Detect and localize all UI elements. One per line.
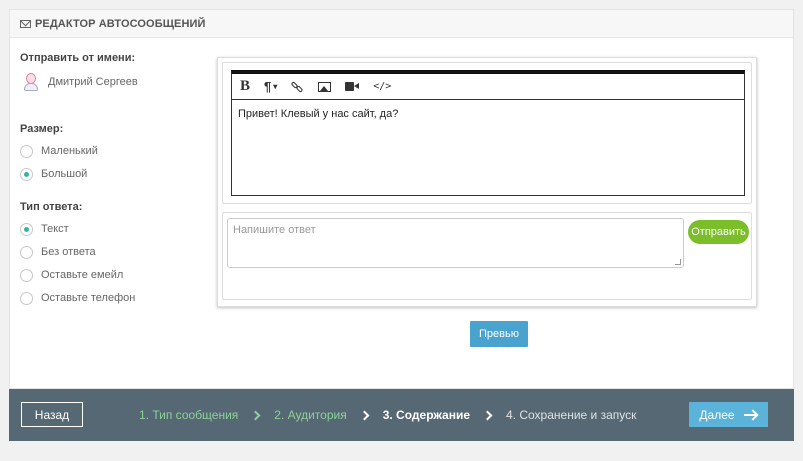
next-button[interactable]: Далее	[689, 402, 768, 427]
preview-button[interactable]: Превью	[470, 321, 528, 347]
radio-text[interactable]	[20, 222, 33, 236]
reply-option-none[interactable]: Без ответа	[20, 245, 210, 259]
reply-option-label: Без ответа	[41, 246, 96, 258]
size-group: Размер: Маленький Большой	[20, 123, 210, 181]
step-save-launch: 4. Сохранение и запуск	[506, 408, 637, 422]
radio-none[interactable]	[20, 245, 33, 259]
image-icon[interactable]	[318, 78, 332, 96]
reply-type-group: Тип ответа: Текст Без ответа Оставьте ем…	[20, 201, 210, 305]
radio-phone[interactable]	[20, 291, 33, 305]
editor-wrapper: B ¶ </> Привет! Клевый у нас сайт, да?	[222, 62, 752, 204]
sender-name: Дмитрий Сергеев	[48, 76, 138, 88]
paragraph-icon[interactable]: ¶	[264, 78, 277, 96]
autoreply-editor-panel: РЕДАКТОР АВТОСООБЩЕНИЙ Отправить от имен…	[9, 9, 794, 389]
code-icon[interactable]: </>	[373, 78, 391, 96]
video-icon[interactable]	[345, 78, 360, 96]
wizard-footer: Назад 1. Тип сообщения 2. Аудитория 3. С…	[9, 389, 794, 441]
link-icon[interactable]	[290, 78, 304, 96]
reply-option-label: Оставьте емейл	[41, 269, 124, 281]
avatar	[24, 73, 38, 91]
radio-large[interactable]	[20, 167, 33, 181]
editor-content[interactable]: Привет! Клевый у нас сайт, да?	[232, 100, 744, 128]
back-button[interactable]: Назад	[21, 402, 83, 427]
reply-option-label: Текст	[41, 223, 69, 235]
reply-option-email[interactable]: Оставьте емейл	[20, 268, 210, 282]
editor-toolbar: B ¶ </>	[232, 74, 744, 100]
reply-input[interactable]: Напишите ответ	[227, 218, 684, 268]
radio-email[interactable]	[20, 268, 33, 282]
size-option-large[interactable]: Большой	[20, 167, 210, 181]
sender-label: Отправить от имени:	[20, 52, 136, 64]
step-audience[interactable]: 2. Аудитория	[274, 408, 346, 422]
bold-icon[interactable]: B	[240, 78, 250, 96]
radio-small[interactable]	[20, 144, 33, 158]
reply-option-text[interactable]: Текст	[20, 222, 210, 236]
step-message-type[interactable]: 1. Тип сообщения	[139, 408, 238, 422]
wizard-steps: 1. Тип сообщения 2. Аудитория 3. Содержа…	[139, 389, 636, 441]
panel-header: РЕДАКТОР АВТОСООБЩЕНИЙ	[10, 10, 793, 38]
reply-area: Напишите ответ Отправить	[222, 212, 752, 300]
step-content: 3. Содержание	[382, 408, 470, 422]
arrow-right-icon	[743, 410, 758, 420]
sender-select[interactable]: Дмитрий Сергеев	[20, 73, 210, 91]
reply-type-label: Тип ответа:	[20, 201, 83, 213]
size-option-label: Маленький	[41, 145, 98, 157]
chevron-right-icon	[359, 410, 370, 420]
message-preview-card: B ¶ </> Привет! Клевый у нас сайт, да? Н…	[217, 57, 757, 307]
next-button-label: Далее	[699, 407, 735, 422]
reply-option-phone[interactable]: Оставьте телефон	[20, 291, 210, 305]
send-button[interactable]: Отправить	[688, 220, 749, 244]
settings-column: Отправить от имени: Дмитрий Сергеев Разм…	[20, 52, 210, 305]
envelope-icon	[20, 19, 31, 28]
panel-title: РЕДАКТОР АВТОСООБЩЕНИЙ	[35, 17, 206, 30]
chevron-right-icon	[250, 410, 261, 420]
rich-text-editor[interactable]: B ¶ </> Привет! Клевый у нас сайт, да?	[231, 70, 745, 196]
resize-handle-icon[interactable]	[675, 259, 681, 265]
size-option-small[interactable]: Маленький	[20, 144, 210, 158]
chevron-right-icon	[482, 410, 493, 420]
paragraph-glyph: ¶	[264, 79, 272, 94]
size-label: Размер:	[20, 123, 64, 135]
reply-option-label: Оставьте телефон	[41, 292, 136, 304]
size-option-label: Большой	[41, 168, 88, 180]
